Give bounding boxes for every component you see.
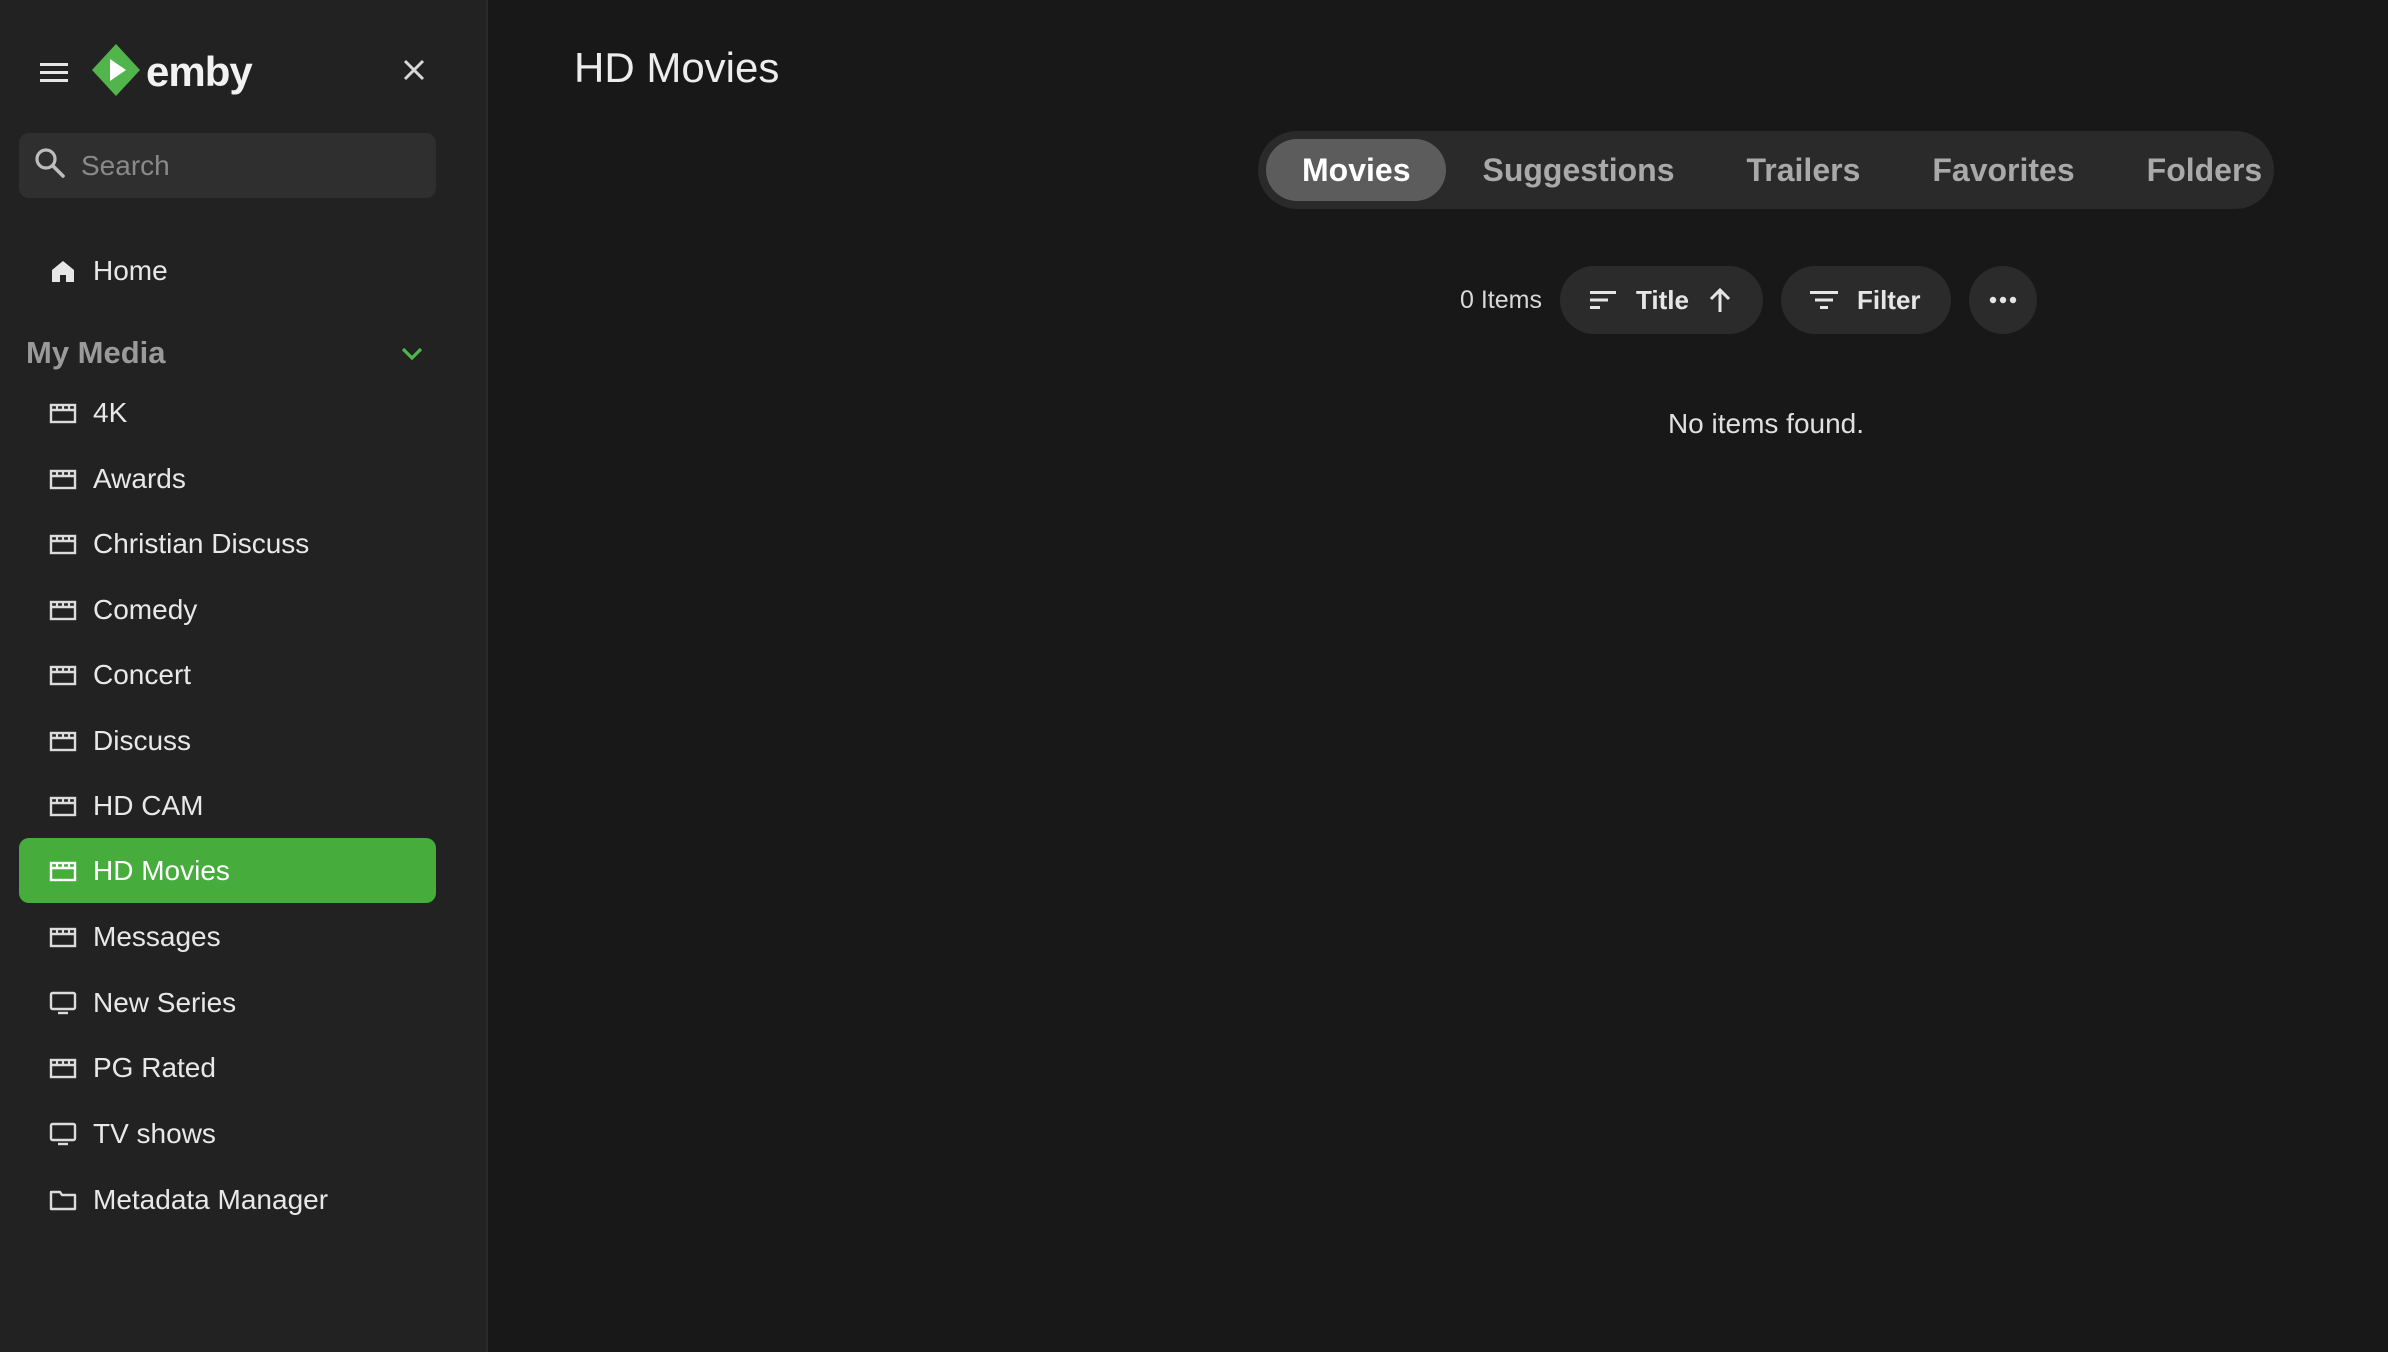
more-options-button[interactable] [1968,266,2037,334]
movie-clapper-icon [49,792,77,820]
arrow-up-icon [1707,286,1733,314]
sidebar-item-discuss[interactable]: Discuss [19,708,436,773]
search-box[interactable] [19,133,436,198]
sidebar-item-pg-rated[interactable]: PG Rated [19,1035,436,1100]
section-title: My Media [26,335,166,370]
sort-label: Title [1635,284,1689,315]
sidebar-item-tv-shows[interactable]: TV shows [19,1101,436,1166]
tv-icon [49,989,77,1017]
sidebar-item-label: Discuss [93,724,192,756]
tab-suggestions[interactable]: Suggestions [1446,139,1710,201]
sidebar-item-label: New Series [93,986,237,1018]
sidebar-item-hd-movies[interactable]: HD Movies [19,838,436,903]
section-my-media[interactable]: My Media [26,328,436,378]
movie-clapper-icon [49,465,77,493]
sidebar-item-4k[interactable]: 4K [19,380,436,445]
search-input[interactable] [79,148,423,183]
sidebar: emby Ho [0,0,488,1352]
hamburger-menu-icon[interactable] [36,54,72,90]
search-icon [33,146,67,185]
filter-label: Filter [1856,284,1921,315]
app-window: emby Ho [0,0,2388,1352]
movie-clapper-icon [49,530,77,558]
movie-clapper-icon [49,727,77,755]
movie-clapper-icon [49,1054,77,1082]
sort-button[interactable]: Title [1559,266,1763,334]
tab-folders[interactable]: Folders [2111,139,2299,201]
movie-clapper-icon [49,399,77,427]
sidebar-item-hd-cam[interactable]: HD CAM [19,773,436,838]
sidebar-item-label: 4K [93,396,128,428]
tab-movies[interactable]: Movies [1266,139,1447,201]
chevron-down-icon[interactable] [398,339,426,367]
tv-icon [49,1120,77,1148]
sidebar-item-label: Home [93,254,168,286]
home-icon [49,257,77,285]
sidebar-item-label: Comedy [93,593,198,625]
tab-bar: Movies Suggestions Trailers Favorites Fo… [1258,131,2274,209]
emby-logo[interactable]: emby [90,42,253,103]
sidebar-item-label: Messages [93,920,221,952]
more-horizontal-icon [1988,295,2018,305]
sidebar-item-awards[interactable]: Awards [19,446,436,511]
page-title: HD Movies [574,44,780,91]
movie-clapper-icon [49,923,77,951]
sidebar-item-metadata-manager[interactable]: Metadata Manager [19,1167,436,1232]
movie-clapper-icon [49,596,77,624]
sidebar-item-comedy[interactable]: Comedy [19,577,436,642]
tab-trailers[interactable]: Trailers [1711,139,1897,201]
sidebar-item-concert[interactable]: Concert [19,642,436,707]
sidebar-item-label: HD CAM [93,789,204,821]
close-icon[interactable] [398,54,430,86]
sidebar-item-label: Metadata Manager [93,1183,329,1215]
sidebar-item-label: HD Movies [93,854,230,886]
sort-lines-icon [1588,287,1618,313]
library-toolbar: 0 Items Title Filter [1460,266,2037,334]
brand-name: emby [146,48,253,95]
movie-clapper-icon [49,661,77,689]
filter-icon [1809,287,1839,313]
tab-favorites[interactable]: Favorites [1896,139,2110,201]
filter-button[interactable]: Filter [1780,266,1951,334]
sidebar-item-label: Concert [93,658,192,690]
emby-logo-icon [90,42,142,103]
sidebar-item-messages[interactable]: Messages [19,904,436,969]
item-count: 0 Items [1460,285,1542,314]
sidebar-item-label: PG Rated [93,1051,216,1083]
movie-clapper-icon [49,857,77,885]
empty-state-message: No items found. [1667,408,1865,439]
sidebar-item-label: Christian Discuss [93,527,310,559]
sidebar-header: emby [0,0,488,140]
sidebar-item-home[interactable]: Home [19,238,436,303]
folder-icon [49,1186,77,1214]
sidebar-item-christian-discuss[interactable]: Christian Discuss [19,511,436,576]
sidebar-item-label: TV shows [93,1117,216,1149]
sidebar-item-label: Awards [93,462,186,494]
sidebar-item-new-series[interactable]: New Series [19,970,436,1035]
